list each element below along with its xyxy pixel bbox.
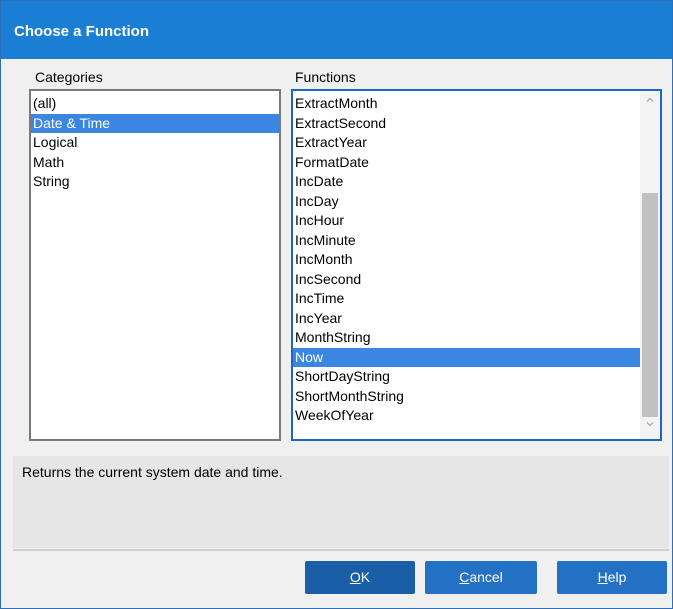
- help-label-rest: elp: [607, 569, 627, 585]
- category-item[interactable]: String: [31, 172, 279, 192]
- help-mnemonic: H: [597, 569, 608, 585]
- functions-listbox[interactable]: ExtractMonth ExtractSecond ExtractYear Form…: [291, 89, 662, 441]
- button-separator: [13, 549, 669, 551]
- cancel-button[interactable]: Cancel: [425, 561, 537, 594]
- function-item[interactable]: IncTime: [293, 289, 640, 309]
- function-item[interactable]: IncHour: [293, 211, 640, 231]
- ok-button[interactable]: OK: [305, 561, 415, 594]
- function-item[interactable]: IncMonth: [293, 250, 640, 270]
- category-item[interactable]: Logical: [31, 133, 279, 153]
- function-item[interactable]: IncYear: [293, 309, 640, 329]
- category-item[interactable]: Math: [31, 153, 279, 173]
- ok-mnemonic: O: [349, 569, 361, 585]
- categories-label: Categories: [35, 69, 103, 85]
- function-item[interactable]: ExtractMonth: [293, 94, 640, 114]
- categories-listbox[interactable]: (all) Date & Time Logical Math String: [29, 89, 281, 441]
- chevron-down-icon[interactable]: [640, 417, 660, 437]
- functions-label: Functions: [295, 69, 356, 85]
- function-item[interactable]: IncDate: [293, 172, 640, 192]
- function-item[interactable]: IncDay: [293, 192, 640, 212]
- title-bar[interactable]: Choose a Function: [1, 1, 672, 59]
- function-item[interactable]: ShortDayString: [293, 367, 640, 387]
- cancel-mnemonic: C: [459, 569, 470, 585]
- function-item[interactable]: ExtractYear: [293, 133, 640, 153]
- choose-function-dialog: Choose a Function Categories Functions (…: [0, 0, 673, 609]
- functions-scrollbar[interactable]: [640, 91, 660, 439]
- chevron-up-icon[interactable]: [640, 93, 660, 113]
- function-item[interactable]: ExtractSecond: [293, 114, 640, 134]
- description-text: Returns the current system date and time…: [22, 464, 283, 480]
- cancel-label-rest: ancel: [469, 569, 503, 585]
- function-item[interactable]: ShortMonthString: [293, 387, 640, 407]
- function-item[interactable]: WeekOfYear: [293, 406, 640, 426]
- function-item[interactable]: IncMinute: [293, 231, 640, 251]
- function-item[interactable]: MonthString: [293, 328, 640, 348]
- dialog-title: Choose a Function: [14, 23, 149, 40]
- function-item[interactable]: IncSecond: [293, 270, 640, 290]
- function-description: Returns the current system date and time…: [13, 456, 669, 548]
- help-button[interactable]: Help: [557, 561, 667, 594]
- category-item[interactable]: Date & Time: [31, 113, 279, 133]
- scroll-thumb[interactable]: [642, 193, 658, 417]
- function-item[interactable]: FormatDate: [293, 153, 640, 173]
- category-item[interactable]: (all): [31, 94, 279, 114]
- function-item[interactable]: Now: [293, 347, 640, 367]
- ok-label-rest: K: [360, 569, 371, 585]
